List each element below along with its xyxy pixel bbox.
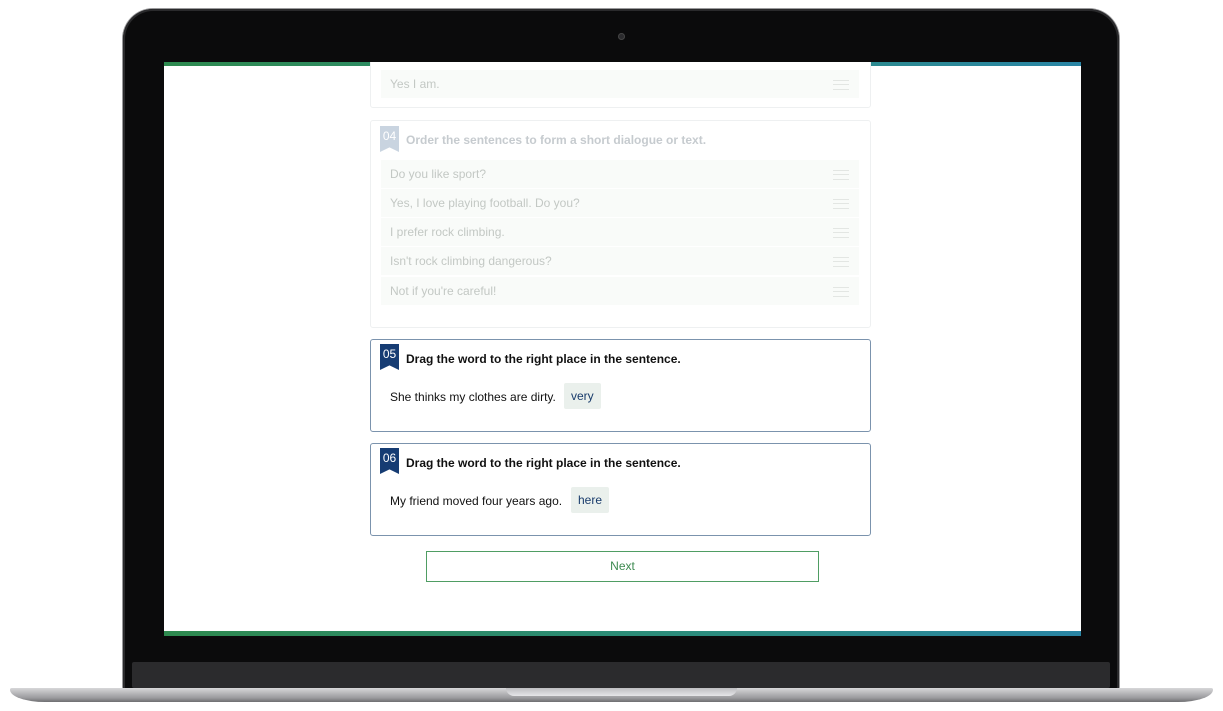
drag-handle-icon[interactable] bbox=[833, 80, 849, 90]
question-title: Drag the word to the right place in the … bbox=[406, 456, 681, 470]
order-item[interactable]: Yes, I love playing football. Do you? bbox=[381, 189, 859, 217]
laptop-base-notch bbox=[506, 688, 737, 696]
order-item[interactable]: I prefer rock climbing. bbox=[381, 218, 859, 246]
order-item-label: Isn't rock climbing dangerous? bbox=[390, 254, 552, 268]
question-card-previous: Yes I am. bbox=[370, 62, 871, 108]
order-item[interactable]: Do you like sport? bbox=[381, 160, 859, 188]
order-item-label: Yes, I love playing football. Do you? bbox=[390, 196, 580, 210]
screen: Yes I am. 04 Order the sentences to form… bbox=[164, 62, 1081, 636]
drag-handle-icon[interactable] bbox=[833, 287, 849, 297]
order-item[interactable]: Not if you're careful! bbox=[381, 277, 859, 305]
question-card-05: 05 Drag the word to the right place in t… bbox=[370, 339, 871, 432]
order-item-label: Do you like sport? bbox=[390, 167, 487, 181]
order-item-label: I prefer rock climbing. bbox=[390, 225, 505, 239]
camera-icon bbox=[618, 33, 625, 40]
question-card-06: 06 Drag the word to the right place in t… bbox=[370, 443, 871, 536]
order-item-label: Not if you're careful! bbox=[390, 284, 497, 298]
draggable-word-chip[interactable]: very bbox=[564, 383, 601, 409]
drag-handle-icon[interactable] bbox=[833, 199, 849, 209]
sentence-text: My friend moved four years ago. bbox=[390, 494, 563, 508]
bottom-accent-bar bbox=[164, 631, 1081, 636]
laptop-bottom-bezel bbox=[132, 662, 1110, 688]
order-item-label: Yes I am. bbox=[390, 77, 440, 91]
drag-handle-icon[interactable] bbox=[833, 228, 849, 238]
question-card-04: 04 Order the sentences to form a short d… bbox=[370, 120, 871, 328]
question-number-badge: 04 bbox=[380, 126, 399, 152]
drag-handle-icon[interactable] bbox=[833, 170, 849, 180]
draggable-word-chip[interactable]: here bbox=[571, 487, 610, 513]
drag-handle-icon[interactable] bbox=[833, 257, 849, 267]
question-number-badge: 05 bbox=[380, 344, 399, 370]
question-number-badge: 06 bbox=[380, 448, 399, 474]
question-title: Order the sentences to form a short dial… bbox=[406, 133, 707, 147]
question-title: Drag the word to the right place in the … bbox=[406, 352, 681, 366]
order-item[interactable]: Yes I am. bbox=[381, 70, 859, 98]
order-item[interactable]: Isn't rock climbing dangerous? bbox=[381, 247, 859, 275]
sentence-text: She thinks my clothes are dirty. bbox=[390, 390, 556, 404]
next-button[interactable]: Next bbox=[426, 551, 819, 582]
